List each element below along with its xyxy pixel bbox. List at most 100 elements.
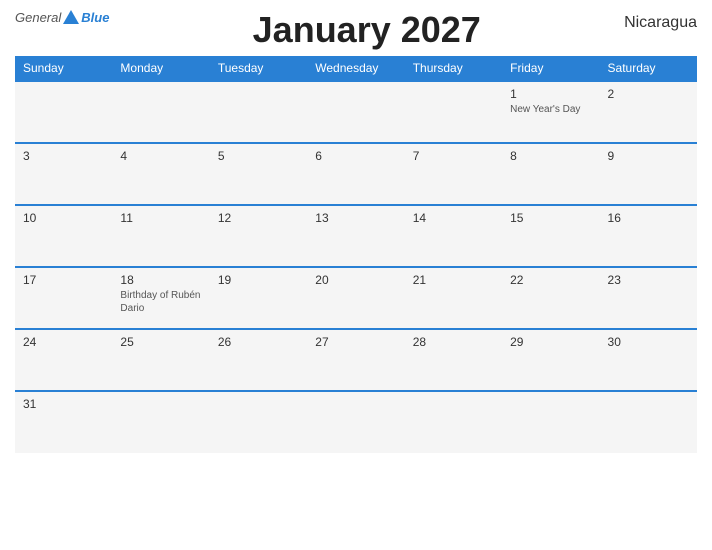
calendar-cell: 18 Birthday of Rubén Dario xyxy=(112,267,209,329)
calendar-cell: 22 xyxy=(502,267,599,329)
col-saturday: Saturday xyxy=(600,56,697,81)
day-number: 26 xyxy=(218,335,299,349)
calendar-cell: 16 xyxy=(600,205,697,267)
day-number: 2 xyxy=(608,87,689,101)
header: General Blue January 2027 Nicaragua xyxy=(15,10,697,50)
day-number: 23 xyxy=(608,273,689,287)
day-number: 31 xyxy=(23,397,104,411)
calendar-cell: 1 New Year's Day xyxy=(502,81,599,143)
day-number: 30 xyxy=(608,335,689,349)
day-number: 24 xyxy=(23,335,104,349)
calendar-week-row: 24 25 26 27 28 29 30 xyxy=(15,329,697,391)
col-wednesday: Wednesday xyxy=(307,56,404,81)
calendar-cell xyxy=(307,81,404,143)
calendar-cell xyxy=(600,391,697,453)
calendar-cell xyxy=(210,81,307,143)
days-of-week-row: Sunday Monday Tuesday Wednesday Thursday… xyxy=(15,56,697,81)
day-number: 5 xyxy=(218,149,299,163)
calendar-cell xyxy=(405,81,502,143)
day-number: 19 xyxy=(218,273,299,287)
col-thursday: Thursday xyxy=(405,56,502,81)
calendar-week-row: 1 New Year's Day 2 xyxy=(15,81,697,143)
calendar-cell: 19 xyxy=(210,267,307,329)
calendar-cell: 11 xyxy=(112,205,209,267)
calendar-cell xyxy=(112,81,209,143)
calendar-cell: 12 xyxy=(210,205,307,267)
calendar-cell: 31 xyxy=(15,391,112,453)
day-number: 25 xyxy=(120,335,201,349)
calendar-week-row: 31 xyxy=(15,391,697,453)
calendar-cell xyxy=(502,391,599,453)
day-number: 17 xyxy=(23,273,104,287)
calendar-cell xyxy=(405,391,502,453)
day-number: 22 xyxy=(510,273,591,287)
calendar-week-row: 10 11 12 13 14 15 16 xyxy=(15,205,697,267)
day-number: 4 xyxy=(120,149,201,163)
day-number: 15 xyxy=(510,211,591,225)
calendar-cell: 28 xyxy=(405,329,502,391)
day-number: 6 xyxy=(315,149,396,163)
calendar-cell: 2 xyxy=(600,81,697,143)
calendar-cell: 7 xyxy=(405,143,502,205)
logo-general: General xyxy=(15,10,61,25)
col-tuesday: Tuesday xyxy=(210,56,307,81)
calendar-cell: 21 xyxy=(405,267,502,329)
calendar-cell: 13 xyxy=(307,205,404,267)
day-number: 7 xyxy=(413,149,494,163)
day-number: 28 xyxy=(413,335,494,349)
day-number: 20 xyxy=(315,273,396,287)
day-number: 18 xyxy=(120,273,201,287)
day-number: 13 xyxy=(315,211,396,225)
col-friday: Friday xyxy=(502,56,599,81)
day-number: 8 xyxy=(510,149,591,163)
calendar-header: Sunday Monday Tuesday Wednesday Thursday… xyxy=(15,56,697,81)
calendar-cell: 6 xyxy=(307,143,404,205)
day-number: 12 xyxy=(218,211,299,225)
calendar-cell: 15 xyxy=(502,205,599,267)
day-number: 1 xyxy=(510,87,591,101)
day-number: 27 xyxy=(315,335,396,349)
calendar-cell: 26 xyxy=(210,329,307,391)
calendar-cell xyxy=(112,391,209,453)
calendar-week-row: 17 18 Birthday of Rubén Dario 19 20 21 22 23 xyxy=(15,267,697,329)
title-block: January 2027 xyxy=(109,10,624,50)
calendar-cell: 23 xyxy=(600,267,697,329)
calendar-cell: 27 xyxy=(307,329,404,391)
holiday-label: New Year's Day xyxy=(510,103,591,116)
logo-blue: Blue xyxy=(81,10,109,25)
calendar-week-row: 3 4 5 6 7 8 9 xyxy=(15,143,697,205)
day-number: 10 xyxy=(23,211,104,225)
calendar-cell: 30 xyxy=(600,329,697,391)
calendar-table: Sunday Monday Tuesday Wednesday Thursday… xyxy=(15,56,697,453)
day-number: 14 xyxy=(413,211,494,225)
day-number: 3 xyxy=(23,149,104,163)
calendar-cell: 24 xyxy=(15,329,112,391)
logo-triangle-icon xyxy=(63,10,79,24)
holiday-label: Birthday of Rubén Dario xyxy=(120,289,201,315)
day-number: 9 xyxy=(608,149,689,163)
calendar-cell: 8 xyxy=(502,143,599,205)
calendar-title: January 2027 xyxy=(109,10,624,50)
calendar-cell xyxy=(210,391,307,453)
calendar-body: 1New Year's Day2345678910111213141516171… xyxy=(15,81,697,453)
calendar-cell: 25 xyxy=(112,329,209,391)
calendar-cell: 14 xyxy=(405,205,502,267)
day-number: 21 xyxy=(413,273,494,287)
calendar-cell xyxy=(15,81,112,143)
calendar-cell: 9 xyxy=(600,143,697,205)
day-number: 16 xyxy=(608,211,689,225)
calendar-cell: 5 xyxy=(210,143,307,205)
calendar-cell: 29 xyxy=(502,329,599,391)
calendar-cell: 17 xyxy=(15,267,112,329)
calendar-cell: 10 xyxy=(15,205,112,267)
day-number: 29 xyxy=(510,335,591,349)
day-number: 11 xyxy=(120,211,201,225)
calendar-page: General Blue January 2027 Nicaragua Sund… xyxy=(0,0,712,550)
col-sunday: Sunday xyxy=(15,56,112,81)
calendar-cell: 3 xyxy=(15,143,112,205)
calendar-cell: 20 xyxy=(307,267,404,329)
logo: General Blue xyxy=(15,10,109,25)
country-label: Nicaragua xyxy=(624,10,697,32)
calendar-cell: 4 xyxy=(112,143,209,205)
col-monday: Monday xyxy=(112,56,209,81)
